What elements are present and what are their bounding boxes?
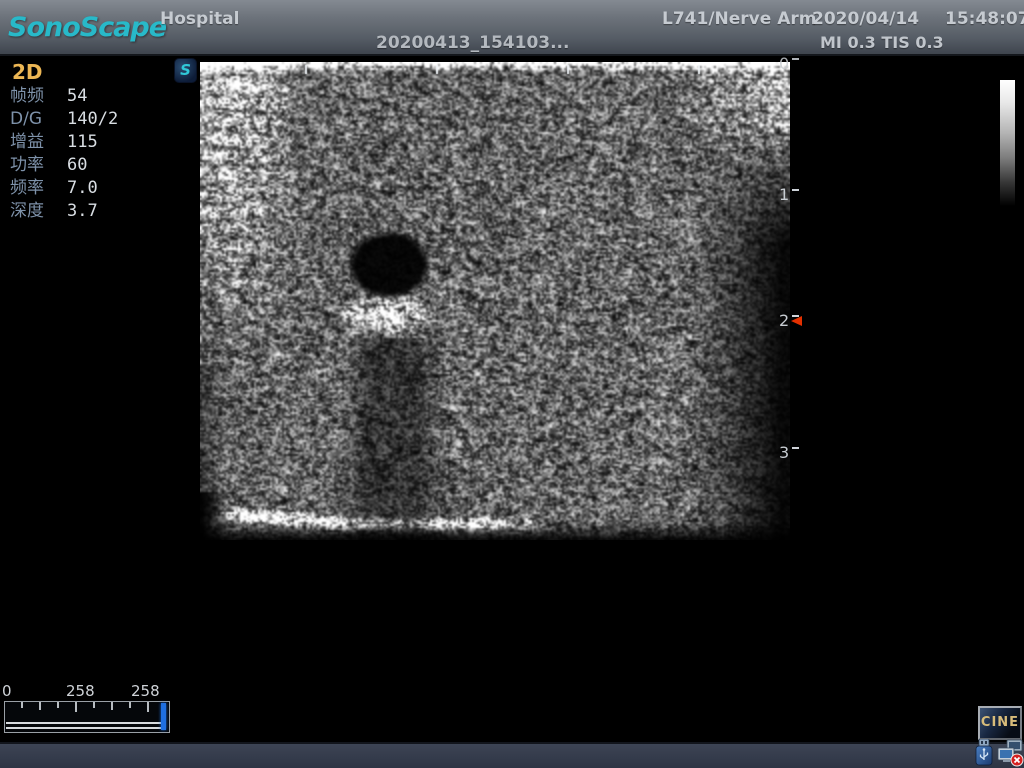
system-date: 2020/04/14 xyxy=(812,9,919,29)
cine-tick xyxy=(129,702,131,708)
ruler-tick xyxy=(792,447,799,449)
cine-track-line xyxy=(6,727,163,729)
imaging-mode-label: 2D xyxy=(12,60,43,84)
grayscale-map-bar xyxy=(1000,80,1015,206)
system-time: 15:48:07 xyxy=(945,9,1024,29)
depth-ruler-mark-3: 3 xyxy=(779,443,805,462)
network-disconnected-icon xyxy=(997,739,1024,768)
parameter-panel: 帧频 54 D/G 140/2 增益 115 功率 60 频率 7.0 深度 3… xyxy=(10,85,118,223)
sonoscape-logo: SonoScape xyxy=(8,12,166,43)
cine-scale-end: 258 xyxy=(131,682,160,700)
param-row-frequency: 频率 7.0 xyxy=(10,177,118,200)
cine-scale-start: 0 xyxy=(2,682,12,700)
ruler-tick xyxy=(792,189,799,191)
acoustic-indices: MI 0.3 TIS 0.3 xyxy=(820,33,944,52)
ultrasound-screen: SonoScape Hospital 20200413_154103... L7… xyxy=(0,0,1024,768)
cine-tick xyxy=(111,702,113,710)
cine-tick xyxy=(21,702,23,708)
param-row-dynamic-range: D/G 140/2 xyxy=(10,108,118,131)
ultrasound-image xyxy=(200,62,790,540)
cine-track-line xyxy=(6,722,163,724)
cine-tick xyxy=(93,702,95,708)
cine-tick xyxy=(75,702,77,712)
cine-tick xyxy=(39,702,41,710)
cine-position-cursor[interactable] xyxy=(161,703,166,730)
usb-storage-icon xyxy=(974,739,994,768)
probe-preset: L741/Nerve Arm xyxy=(662,9,816,29)
depth-ruler-mark-1: 1 xyxy=(779,185,805,204)
param-row-framerate: 帧频 54 xyxy=(10,85,118,108)
focus-position-marker[interactable] xyxy=(791,316,802,326)
cine-button[interactable]: CINE xyxy=(978,706,1022,740)
param-row-gain: 增益 115 xyxy=(10,131,118,154)
param-row-depth: 深度 3.7 xyxy=(10,200,118,223)
cine-scale-mid: 258 xyxy=(66,682,95,700)
hospital-name: Hospital xyxy=(160,9,239,29)
cine-tick xyxy=(57,702,59,708)
param-row-power: 功率 60 xyxy=(10,154,118,177)
top-status-bar: SonoScape Hospital 20200413_154103... L7… xyxy=(0,0,1024,56)
exam-id: 20200413_154103... xyxy=(376,33,569,53)
cine-tick xyxy=(147,702,149,712)
probe-orientation-marker: S xyxy=(174,58,197,83)
depth-ruler-mark-0: 0 xyxy=(779,54,805,73)
ruler-tick xyxy=(792,58,799,60)
bottom-task-bar xyxy=(0,742,1024,768)
